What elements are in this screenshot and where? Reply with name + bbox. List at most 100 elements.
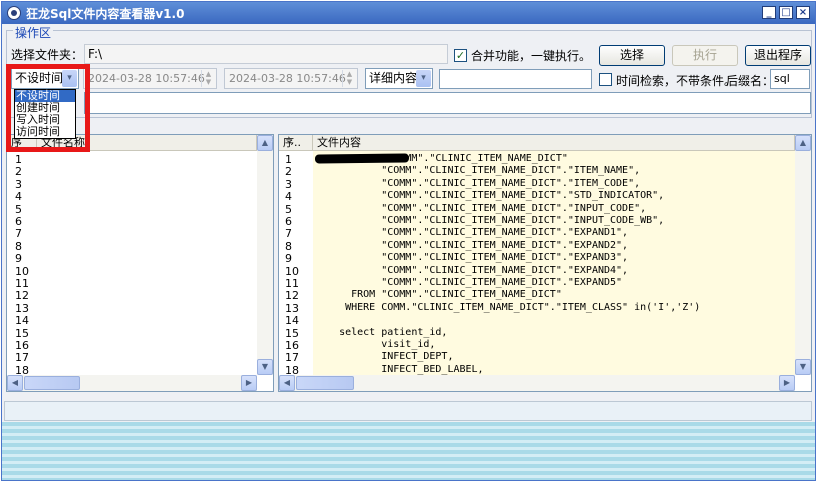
file-hscroll[interactable]: ◀ ▶ xyxy=(7,375,257,391)
content-row-text[interactable]: INFECT_DEPT, xyxy=(315,351,453,362)
file-row-index[interactable]: 11 xyxy=(15,277,29,290)
end-datetime-picker[interactable]: 2024-03-28 10:57:46 ▲ ▼ xyxy=(224,68,358,89)
file-row-index[interactable]: 17 xyxy=(15,351,29,364)
content-row-index[interactable]: 16 xyxy=(285,339,299,352)
scroll-right-icon[interactable]: ▶ xyxy=(241,375,257,391)
content-row-index[interactable]: 17 xyxy=(285,351,299,364)
content-row-text[interactable]: "COMM"."CLINIC_ITEM_NAME_DICT"."STD_INDI… xyxy=(315,190,664,201)
file-row-index[interactable]: 15 xyxy=(15,327,29,340)
content-row-index[interactable]: 7 xyxy=(285,227,292,240)
content-row-index[interactable]: 11 xyxy=(285,277,299,290)
close-button[interactable]: × xyxy=(796,6,810,19)
folder-path-field[interactable]: F:\ xyxy=(84,44,448,64)
time-search-label: 时间检索，不带条件。 xyxy=(616,74,737,88)
file-row-index[interactable]: 14 xyxy=(15,314,29,327)
detail-select[interactable]: 详细内容 ▾ xyxy=(365,68,433,89)
content-col-text[interactable]: 文件内容 xyxy=(313,135,795,151)
file-list-panel[interactable]: 序 文件名称 1 2 3 4 5 6 7 8 9 10 11 12 13 14 15 16 17 18 ▲ ▼ ◀… xyxy=(6,134,274,392)
content-row-index[interactable]: 15 xyxy=(285,327,299,340)
content-row-index[interactable]: 1 xyxy=(285,153,292,166)
content-row-index[interactable]: 14 xyxy=(285,314,299,327)
content-row-text[interactable]: "COMM"."CLINIC_ITEM_NAME_DICT"."EXPAND5" xyxy=(315,277,622,288)
file-row-index[interactable]: 7 xyxy=(15,227,22,240)
file-row-index[interactable]: 4 xyxy=(15,190,22,203)
content-row-text[interactable]: "COMM"."CLINIC_ITEM_NAME_DICT"."EXPAND4"… xyxy=(315,265,628,276)
maximize-button[interactable]: □ xyxy=(779,6,793,19)
chevron-down-icon[interactable]: ▾ xyxy=(416,70,431,87)
content-row-index[interactable]: 9 xyxy=(285,252,292,265)
highlight-box xyxy=(6,64,90,152)
file-row-index[interactable]: 1 xyxy=(15,153,22,166)
content-row-text[interactable]: "COMM"."CLINIC_ITEM_NAME_DICT"."ITEM_NAM… xyxy=(315,165,640,176)
scroll-up-icon[interactable]: ▲ xyxy=(257,135,273,151)
status-input[interactable] xyxy=(84,92,811,114)
scroll-down-icon[interactable]: ▼ xyxy=(795,359,811,375)
file-vscroll[interactable]: ▲ ▼ xyxy=(257,135,273,375)
file-row-index[interactable]: 2 xyxy=(15,165,22,178)
content-row-text[interactable]: INFECT_BED_LABEL, xyxy=(315,364,483,375)
group-title: 操作区 xyxy=(13,24,54,41)
end-spin-icon[interactable]: ▲ ▼ xyxy=(342,70,356,87)
exit-button[interactable]: 退出程序 xyxy=(745,45,811,66)
content-row-index[interactable]: 4 xyxy=(285,190,292,203)
start-spin-icon[interactable]: ▲ ▼ xyxy=(201,70,215,87)
content-row-text[interactable]: "COMM"."CLINIC_ITEM_NAME_DICT"."EXPAND3"… xyxy=(315,252,628,263)
time-search-checkbox[interactable]: ✓ xyxy=(599,73,612,86)
content-row-index[interactable]: 6 xyxy=(285,215,292,228)
scroll-up-icon[interactable]: ▲ xyxy=(795,135,811,151)
file-row-index[interactable]: 5 xyxy=(15,203,22,216)
content-hscroll-thumb[interactable] xyxy=(296,376,354,390)
scroll-down-icon[interactable]: ▼ xyxy=(257,359,273,375)
content-row-index[interactable]: 2 xyxy=(285,165,292,178)
content-vscroll[interactable]: ▲ ▼ xyxy=(795,135,811,375)
content-row-index[interactable]: 12 xyxy=(285,289,299,302)
app-logo-icon xyxy=(7,6,21,20)
file-row-index[interactable]: 10 xyxy=(15,265,29,278)
scroll-left-icon[interactable]: ◀ xyxy=(7,375,23,391)
content-row-text[interactable]: "COMM"."CLINIC_ITEM_NAME_DICT"."INPUT_CO… xyxy=(315,203,646,214)
end-datetime-value: 2024-03-28 10:57:46 xyxy=(229,72,346,85)
app-window: 狂龙Sql文件内容查看器v1.0 _ □ × 操作区 选择文件夹： F:\ ✓ … xyxy=(1,1,816,481)
file-row-index[interactable]: 6 xyxy=(15,215,22,228)
detail-value: 详细内容 xyxy=(369,71,418,85)
file-row-index[interactable]: 12 xyxy=(15,289,29,302)
execute-button[interactable]: 执行 xyxy=(672,45,738,66)
search-input[interactable] xyxy=(439,69,592,89)
content-row-text[interactable]: FROM "COMM"."CLINIC_ITEM_NAME_DICT" xyxy=(315,289,562,300)
content-row-text[interactable]: WHERE COMM."CLINIC_ITEM_NAME_DICT"."ITEM… xyxy=(315,302,700,313)
content-row-text[interactable]: select patient_id, xyxy=(315,327,447,338)
merge-checkbox[interactable]: ✓ xyxy=(454,49,467,62)
content-row-text[interactable]: "COMM"."CLINIC_ITEM_NAME_DICT"."EXPAND1"… xyxy=(315,227,628,238)
content-row-text[interactable]: "COMM"."CLINIC_ITEM_NAME_DICT" xyxy=(315,153,568,164)
suffix-input[interactable]: sql xyxy=(770,69,810,89)
scroll-right-icon[interactable]: ▶ xyxy=(779,375,795,391)
window-title: 狂龙Sql文件内容查看器v1.0 xyxy=(26,7,185,21)
content-hscroll[interactable]: ◀ ▶ xyxy=(279,375,795,391)
file-row-index[interactable]: 9 xyxy=(15,252,22,265)
content-row-text[interactable]: visit_id, xyxy=(315,339,435,350)
scroll-left-icon[interactable]: ◀ xyxy=(279,375,295,391)
file-row-index[interactable]: 16 xyxy=(15,339,29,352)
background-stripes xyxy=(2,422,815,480)
content-panel[interactable]: 序.. 文件内容 1 "COMM"."CLINIC_ITEM_NAME_DICT… xyxy=(278,134,812,392)
content-row-index[interactable]: 5 xyxy=(285,203,292,216)
content-row-index[interactable]: 13 xyxy=(285,302,299,315)
content-row-index[interactable]: 3 xyxy=(285,178,292,191)
title-bar[interactable]: 狂龙Sql文件内容查看器v1.0 _ □ × xyxy=(2,2,815,24)
start-datetime-value: 2024-03-28 10:57:46 xyxy=(88,72,205,85)
content-col-index[interactable]: 序.. xyxy=(279,135,313,151)
file-hscroll-thumb[interactable] xyxy=(24,376,80,390)
folder-label: 选择文件夹： xyxy=(11,48,84,62)
content-row-text[interactable]: "COMM"."CLINIC_ITEM_NAME_DICT"."EXPAND2"… xyxy=(315,240,628,251)
file-row-index[interactable]: 8 xyxy=(15,240,22,253)
suffix-label: 后缀名： xyxy=(726,74,775,88)
content-row-index[interactable]: 10 xyxy=(285,265,299,278)
start-datetime-picker[interactable]: 2024-03-28 10:57:46 ▲ ▼ xyxy=(83,68,217,89)
content-row-text[interactable]: "COMM"."CLINIC_ITEM_NAME_DICT"."INPUT_CO… xyxy=(315,215,664,226)
content-row-index[interactable]: 8 xyxy=(285,240,292,253)
content-row-text[interactable]: "COMM"."CLINIC_ITEM_NAME_DICT"."ITEM_COD… xyxy=(315,178,640,189)
file-row-index[interactable]: 3 xyxy=(15,178,22,191)
select-button[interactable]: 选择 xyxy=(599,45,665,66)
file-row-index[interactable]: 13 xyxy=(15,302,29,315)
minimize-button[interactable]: _ xyxy=(762,6,776,19)
